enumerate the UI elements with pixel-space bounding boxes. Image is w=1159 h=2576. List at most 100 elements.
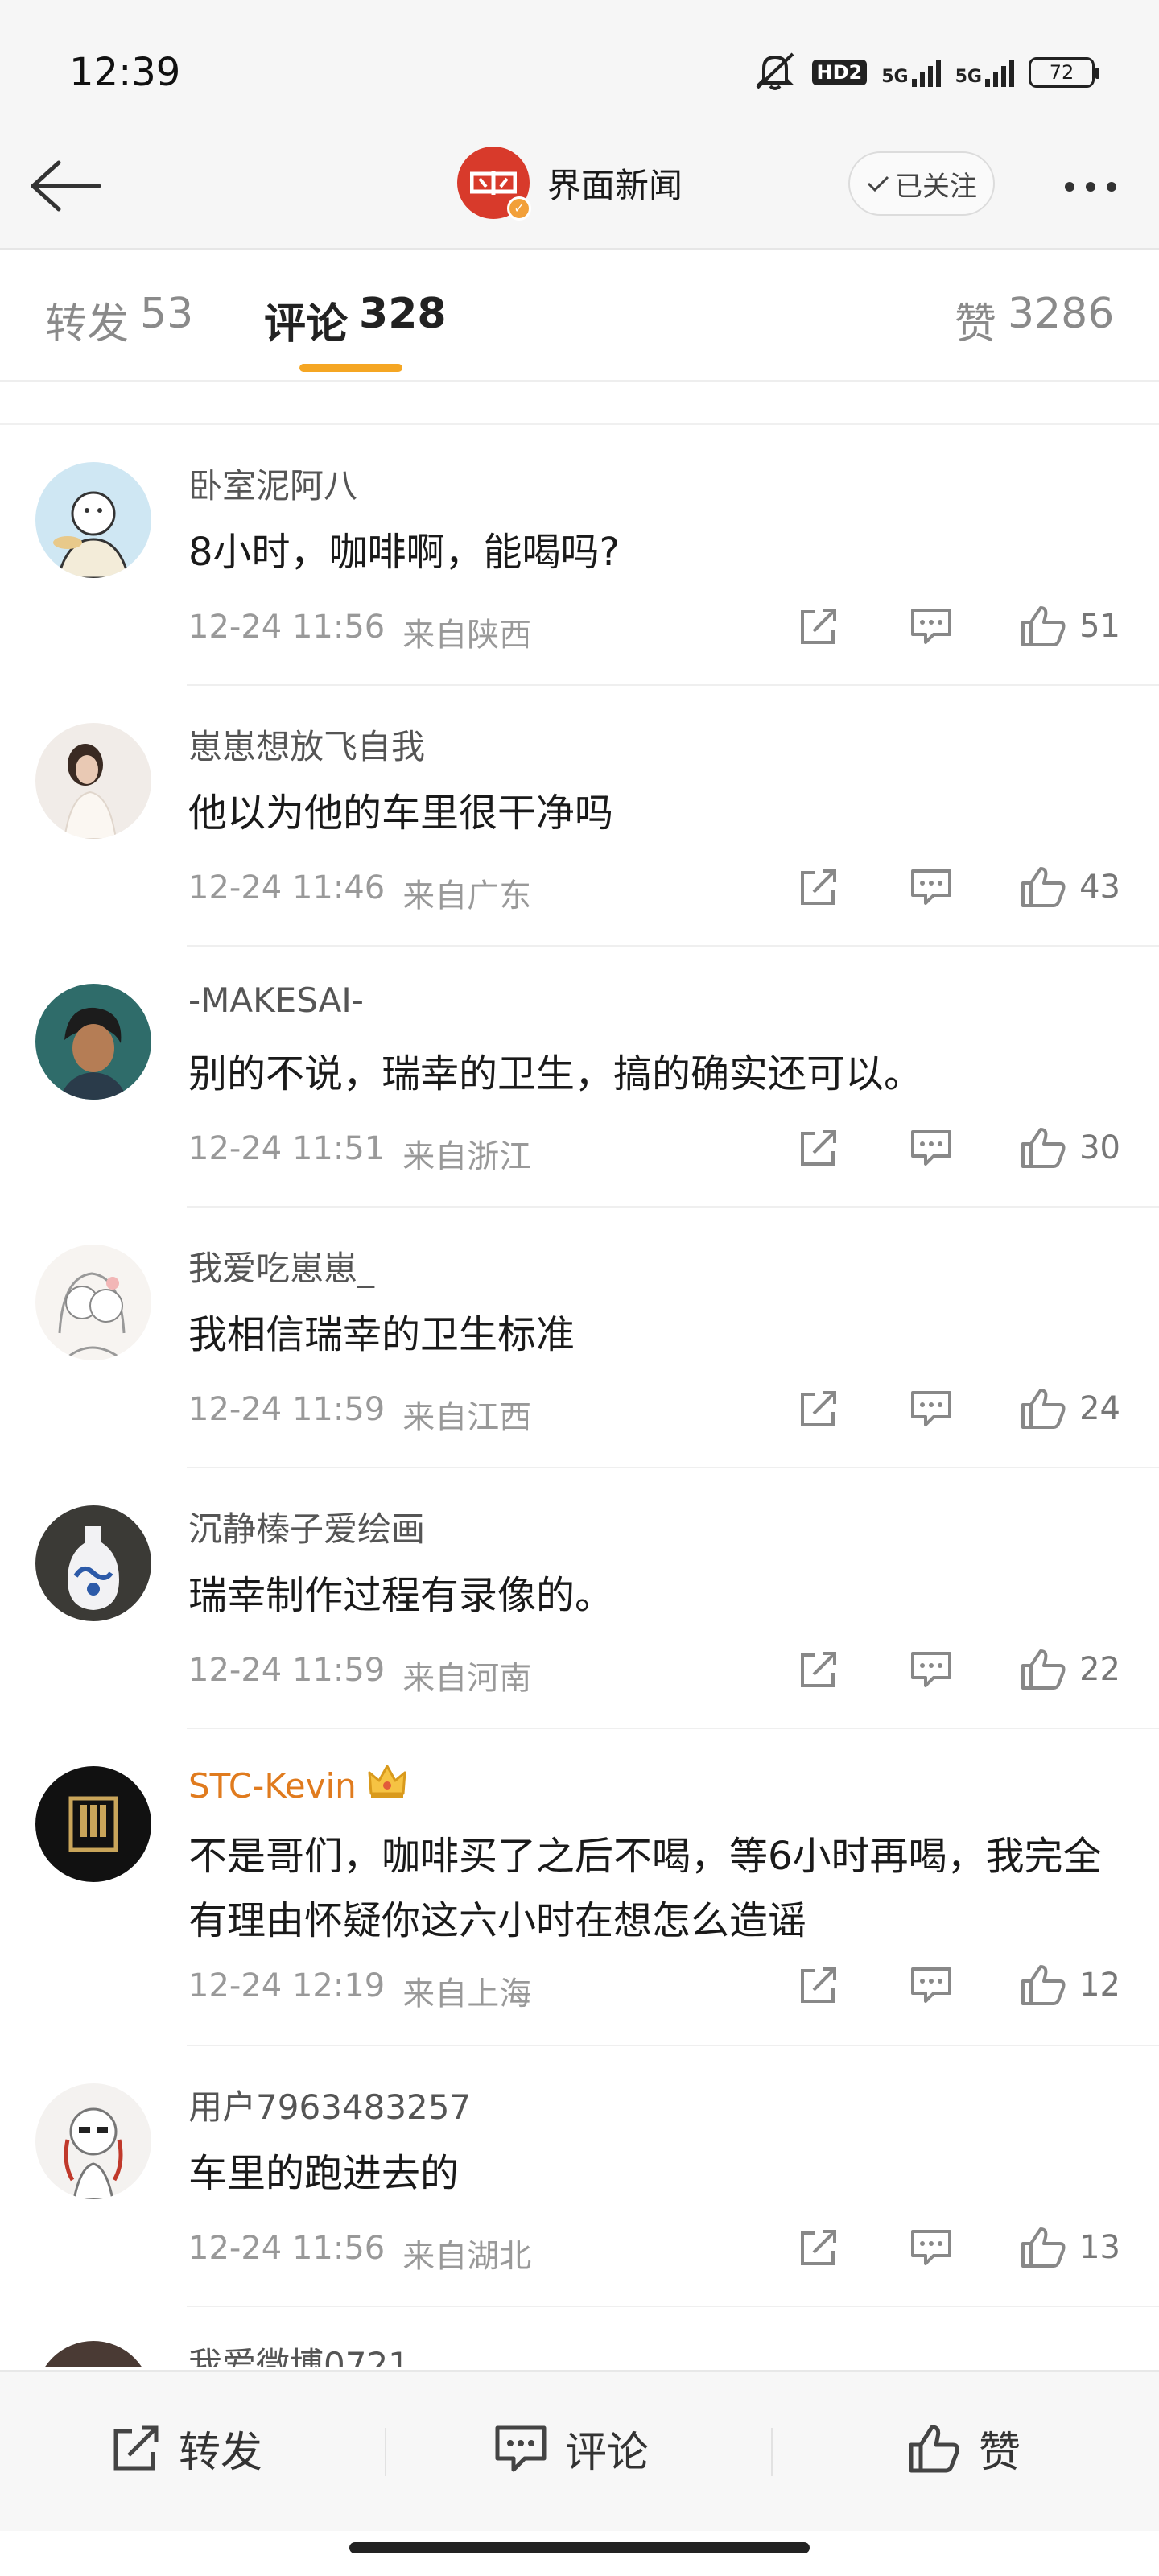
share-button[interactable] xyxy=(794,1129,843,1167)
more-button[interactable] xyxy=(1046,163,1135,211)
battery-level: 72 xyxy=(1049,61,1074,84)
reply-button[interactable] xyxy=(907,2228,955,2267)
like-button[interactable]: 24 xyxy=(1020,1387,1120,1430)
comment-location: 来自上海 xyxy=(402,1975,532,2013)
comment-item: 卧室泥阿八 8小时，咖啡啊，能喝吗? 12-24 11:56 来自陕西 51 xyxy=(0,425,1159,686)
home-indicator[interactable] xyxy=(349,2542,810,2553)
thumbs-up-icon xyxy=(1021,1965,1066,2005)
like-count: 30 xyxy=(1079,1129,1120,1166)
network-type-2: 5G xyxy=(955,67,982,87)
comment-username[interactable]: -MAKESAI- xyxy=(188,980,364,1020)
comment-text: 8小时，咖啡啊，能喝吗? xyxy=(188,530,621,575)
avatar[interactable] xyxy=(35,984,151,1100)
share-button[interactable] xyxy=(794,1966,843,2004)
reply-button[interactable] xyxy=(907,868,955,906)
comment-username[interactable]: STC-Kevin xyxy=(188,1763,408,1808)
account-name[interactable]: 界面新闻 xyxy=(547,159,683,208)
thumbs-up-icon xyxy=(909,2425,959,2472)
comment-text: 车里的跑进去的 xyxy=(188,2151,460,2196)
follow-label: 已关注 xyxy=(895,170,977,203)
comment-username[interactable]: 沉静榛子爱绘画 xyxy=(188,1502,425,1551)
tab-bar: 转发 53 评论 328 赞 3286 xyxy=(0,250,1159,382)
tab-likes[interactable]: 赞 3286 xyxy=(955,290,1114,350)
repost-button[interactable]: 转发 xyxy=(109,2418,262,2479)
reply-button[interactable] xyxy=(907,607,955,646)
thumbs-up-icon xyxy=(1021,1389,1066,1429)
username-text: -MAKESAI- xyxy=(188,980,364,1020)
like-label: 赞 xyxy=(979,2429,1021,2477)
share-icon xyxy=(801,1652,837,1687)
reply-button[interactable] xyxy=(907,1389,955,1428)
comment-item-partial: 我爱微博0721 xyxy=(0,2314,1159,2367)
avatar[interactable] xyxy=(35,723,151,839)
comment-button[interactable]: 评论 xyxy=(494,2418,649,2479)
comment-username[interactable]: 用户7963483257 xyxy=(188,2080,471,2129)
comment-username[interactable]: 我爱微博0721 xyxy=(188,2338,410,2367)
reply-button[interactable] xyxy=(907,1650,955,1689)
verified-badge-icon: ✓ xyxy=(507,196,531,221)
comment-location: 来自浙江 xyxy=(402,1138,532,1175)
comment-item: 崽崽想放飞自我 他以为他的车里很干净吗 12-24 11:46 来自广东 43 xyxy=(0,686,1159,947)
avatar[interactable] xyxy=(35,462,151,578)
share-button[interactable] xyxy=(794,1650,843,1689)
reply-button[interactable] xyxy=(907,1966,955,2004)
comment-location: 来自湖北 xyxy=(402,2238,532,2275)
username-text: 我爱吃崽崽_ xyxy=(188,1249,375,1288)
thumbs-up-icon xyxy=(1021,1128,1066,1168)
divider xyxy=(771,2428,773,2476)
like-button[interactable]: 51 xyxy=(1020,605,1120,648)
comment-item: 沉静榛子爱绘画 瑞幸制作过程有录像的。 12-24 11:59 来自河南 22 xyxy=(0,1468,1159,1729)
like-button[interactable]: 43 xyxy=(1020,865,1120,909)
comment-location: 来自陕西 xyxy=(402,617,532,654)
share-icon xyxy=(801,869,837,905)
share-button[interactable] xyxy=(794,607,843,646)
thumbs-up-icon xyxy=(1021,1649,1066,1690)
share-button[interactable] xyxy=(794,868,843,906)
tab-repost[interactable]: 转发 53 xyxy=(45,290,193,350)
share-icon xyxy=(801,609,837,644)
comment-meta: 12-24 12:19 来自上海 xyxy=(188,1967,531,2014)
thumbs-up-icon xyxy=(1021,606,1066,646)
username-text: 卧室泥阿八 xyxy=(188,466,358,506)
divider xyxy=(385,2428,386,2476)
comment-icon xyxy=(911,869,952,905)
username-text: 崽崽想放飞自我 xyxy=(188,727,426,766)
follow-button[interactable]: 已关注 xyxy=(848,151,995,216)
comment-username[interactable]: 我爱吃崽崽_ xyxy=(188,1241,374,1290)
status-icons: HD2 5G 5G 72 xyxy=(753,50,1099,95)
account-header[interactable]: ✓ 界面新闻 xyxy=(457,147,683,221)
share-icon xyxy=(113,2425,159,2470)
comment-time: 12-24 11:56 xyxy=(188,2230,386,2267)
comment-time: 12-24 11:59 xyxy=(188,1652,386,1689)
share-button[interactable] xyxy=(794,1389,843,1428)
comment-location: 来自江西 xyxy=(402,1399,532,1436)
like-button[interactable]: 22 xyxy=(1020,1648,1120,1691)
share-button[interactable] xyxy=(794,2228,843,2267)
comment-username[interactable]: 崽崽想放飞自我 xyxy=(188,720,425,769)
comment-actions: 43 xyxy=(794,861,1120,913)
thumbs-up-icon xyxy=(1021,867,1066,907)
comment-icon xyxy=(911,1130,952,1166)
avatar[interactable] xyxy=(35,2083,151,2199)
reply-button[interactable] xyxy=(907,1129,955,1167)
avatar[interactable] xyxy=(35,1245,151,1360)
like-button[interactable]: 12 xyxy=(1020,1963,1120,2007)
avatar[interactable] xyxy=(35,1505,151,1621)
like-button[interactable]: 13 xyxy=(1020,2226,1120,2269)
share-icon xyxy=(801,2230,837,2265)
comment-item: STC-Kevin 不是哥们，咖啡买了之后不喝，等6小时再喝，我完全有理由怀疑你… xyxy=(0,1729,1159,2046)
account-logo[interactable]: ✓ xyxy=(457,147,531,221)
comment-item: -MAKESAI- 别的不说，瑞幸的卫生，搞的确实还可以。 12-24 11:5… xyxy=(0,947,1159,1208)
comment-meta: 12-24 11:59 来自河南 xyxy=(188,1652,531,1699)
comment-item: 用户7963483257 车里的跑进去的 12-24 11:56 来自湖北 13 xyxy=(0,2046,1159,2307)
battery-icon: 72 xyxy=(1029,57,1099,88)
avatar[interactable] xyxy=(35,1766,151,1882)
like-button[interactable]: 赞 xyxy=(908,2418,1021,2479)
like-button[interactable]: 30 xyxy=(1020,1126,1120,1170)
tab-comments[interactable]: 评论 328 xyxy=(264,290,447,350)
tab-likes-label: 赞 xyxy=(955,300,997,349)
comment-actions: 30 xyxy=(794,1122,1120,1174)
avatar[interactable] xyxy=(35,2341,151,2367)
back-button[interactable] xyxy=(24,150,105,222)
comment-username[interactable]: 卧室泥阿八 xyxy=(188,459,357,508)
